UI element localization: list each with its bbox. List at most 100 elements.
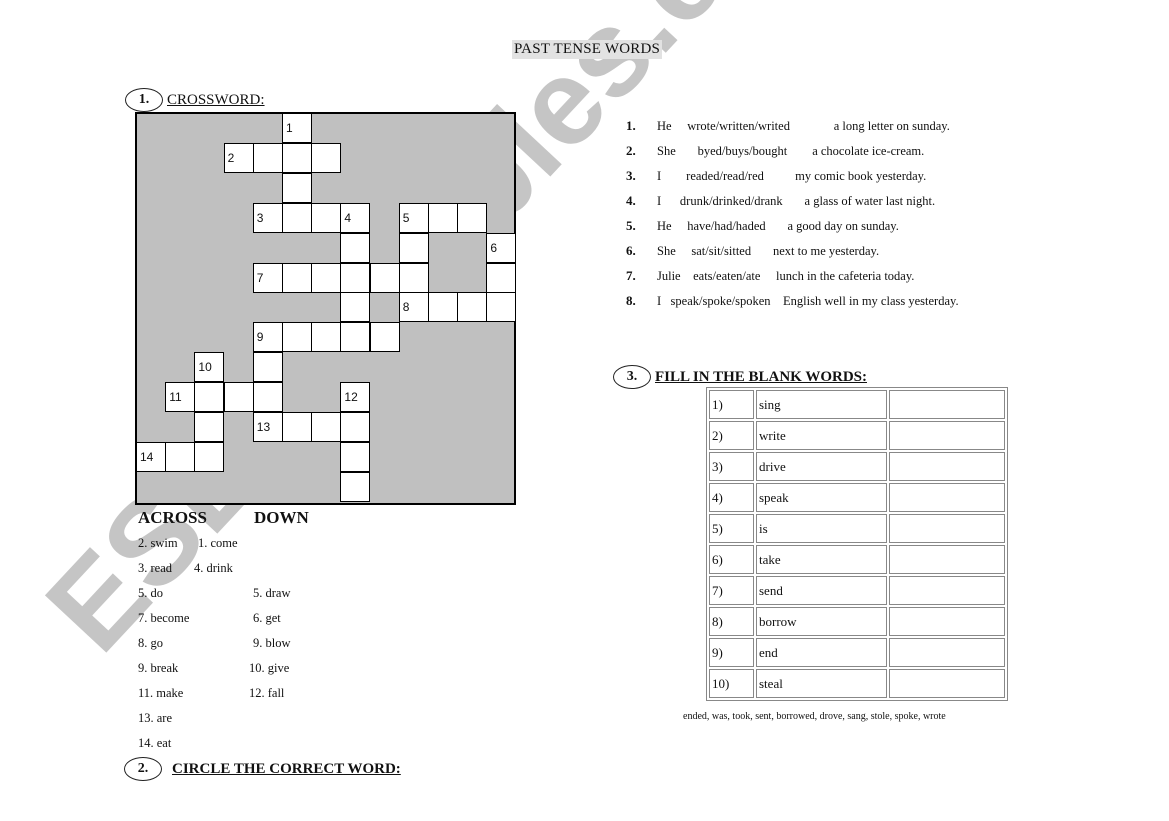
section-number-badge: 1.: [125, 88, 163, 112]
crossword-cell[interactable]: [282, 262, 312, 293]
sentence-item: 2. She byed/buys/bought a chocolate ice-c…: [626, 143, 924, 159]
sentence-text[interactable]: He wrote/written/writed a long letter on…: [657, 119, 950, 133]
answer-blank[interactable]: [889, 483, 1005, 512]
crossword-cell[interactable]: [457, 292, 488, 323]
answer-blank[interactable]: [889, 514, 1005, 543]
crossword-cell[interactable]: 14: [136, 441, 166, 472]
sentence-number: 7.: [626, 268, 636, 283]
answer-blank[interactable]: [889, 576, 1005, 605]
crossword-cell[interactable]: [340, 441, 371, 472]
crossword-cell[interactable]: 9: [252, 322, 283, 353]
table-row: 10) steal: [709, 669, 1005, 698]
across-clue: 11. make: [138, 686, 184, 700]
crossword-cell[interactable]: 13: [252, 412, 283, 442]
across-clue: 5. do: [138, 586, 163, 600]
crossword-cell[interactable]: [428, 202, 458, 233]
table-row: 3) drive: [709, 452, 1005, 481]
crossword-cell[interactable]: 8: [398, 292, 429, 323]
answer-blank[interactable]: [889, 545, 1005, 574]
crossword-cell[interactable]: [194, 441, 225, 472]
answer-blank[interactable]: [889, 390, 1005, 419]
crossword-cell[interactable]: [311, 322, 342, 353]
sentence-item: 1. He wrote/written/writed a long letter …: [626, 118, 950, 134]
crossword-cell[interactable]: [282, 202, 312, 233]
crossword-cell[interactable]: [486, 292, 517, 323]
crossword-cell[interactable]: [311, 262, 342, 293]
crossword-cell[interactable]: 10: [194, 352, 225, 383]
crossword-cell[interactable]: [194, 382, 225, 413]
crossword-cell[interactable]: [398, 232, 429, 263]
sentence-text[interactable]: She sat/sit/sitted next to me yesterday.: [657, 244, 879, 258]
across-clue: 7. become: [138, 611, 190, 625]
crossword-cell[interactable]: [340, 412, 371, 442]
crossword-cell[interactable]: 2: [223, 142, 254, 173]
clue-number: 10: [198, 360, 212, 375]
table-row: 8) borrow: [709, 607, 1005, 636]
across-heading: ACROSS: [138, 508, 207, 527]
crossword-cell[interactable]: [369, 262, 400, 293]
crossword-cell[interactable]: 7: [252, 262, 283, 293]
crossword-cell[interactable]: [340, 292, 371, 323]
crossword-cell[interactable]: [340, 232, 371, 263]
crossword-cell[interactable]: [311, 412, 342, 442]
down-clue: 1. come: [198, 536, 238, 550]
crossword-grid: 1 2 3 4 5 6 7 8 9 10 11 12 13 14: [135, 112, 517, 505]
row-number: 7): [709, 576, 754, 605]
row-number: 9): [709, 638, 754, 667]
answer-blank[interactable]: [889, 421, 1005, 450]
crossword-cell[interactable]: [282, 142, 312, 173]
sentence-text[interactable]: I readed/read/red my comic book yesterda…: [657, 169, 926, 183]
sentence-number: 8.: [626, 293, 636, 308]
base-verb: write: [756, 421, 887, 450]
base-verb: is: [756, 514, 887, 543]
crossword-cell[interactable]: [165, 441, 196, 472]
crossword-cell[interactable]: [369, 322, 400, 353]
crossword-cell[interactable]: [311, 142, 342, 173]
crossword-cell[interactable]: 12: [340, 382, 371, 413]
crossword-cell[interactable]: [252, 352, 283, 383]
crossword-cell[interactable]: 5: [398, 202, 429, 233]
clue-number: 3: [256, 210, 264, 225]
crossword-cell[interactable]: [340, 471, 371, 502]
crossword-cell[interactable]: [311, 202, 342, 233]
sentence-text[interactable]: I speak/spoke/spoken English well in my …: [657, 294, 959, 308]
crossword-cell[interactable]: [282, 172, 312, 203]
table-row: 5) is: [709, 514, 1005, 543]
crossword-cell[interactable]: [340, 322, 371, 353]
crossword-cell[interactable]: [194, 412, 225, 442]
clue-number: 13: [256, 420, 271, 434]
clue-number: 11: [169, 390, 182, 405]
sentence-text[interactable]: Julie eats/eaten/ate lunch in the cafete…: [657, 269, 914, 283]
crossword-cell[interactable]: [223, 382, 254, 413]
crossword-cell[interactable]: [282, 412, 312, 442]
crossword-cell[interactable]: 1: [282, 113, 312, 143]
crossword-cell[interactable]: 3: [252, 202, 283, 233]
crossword-cell[interactable]: [398, 262, 429, 293]
answer-blank[interactable]: [889, 452, 1005, 481]
base-verb: send: [756, 576, 887, 605]
crossword-cell[interactable]: [486, 262, 517, 293]
across-clue: 14. eat: [138, 736, 172, 750]
crossword-cell[interactable]: [457, 202, 488, 233]
table-row: 6) take: [709, 545, 1005, 574]
crossword-cell[interactable]: [252, 382, 283, 413]
section-2-header: 2. CIRCLE THE CORRECT WORD:: [124, 757, 401, 781]
sentence-text[interactable]: He have/had/haded a good day on sunday.: [657, 219, 899, 233]
section-number-badge: 2.: [124, 757, 162, 781]
crossword-cell[interactable]: [340, 262, 371, 293]
crossword-cell[interactable]: [282, 322, 312, 353]
answer-blank[interactable]: [889, 638, 1005, 667]
base-verb: speak: [756, 483, 887, 512]
sentence-text[interactable]: She byed/buys/bought a chocolate ice-cre…: [657, 144, 924, 158]
base-verb: sing: [756, 390, 887, 419]
answer-blank[interactable]: [889, 607, 1005, 636]
answer-blank[interactable]: [889, 669, 1005, 698]
crossword-cell[interactable]: 4: [340, 202, 371, 233]
across-clue: 8. go: [138, 636, 163, 650]
down-clue: 9. blow: [253, 636, 291, 650]
crossword-cell[interactable]: 6: [486, 232, 517, 263]
crossword-cell[interactable]: [252, 142, 283, 173]
sentence-text[interactable]: I drunk/drinked/drank a glass of water l…: [657, 194, 935, 208]
crossword-cell[interactable]: [428, 292, 458, 323]
crossword-cell[interactable]: 11: [165, 382, 196, 413]
